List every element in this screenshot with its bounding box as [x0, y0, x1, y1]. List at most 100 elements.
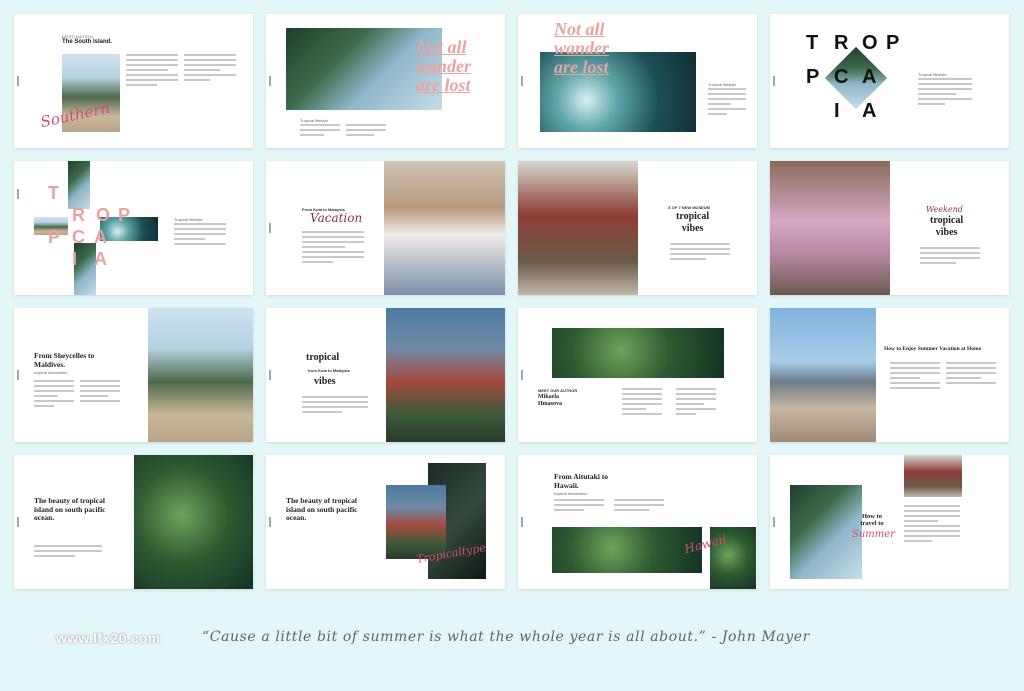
- headline: Not all wander are lost: [554, 19, 610, 77]
- body-text: [920, 247, 980, 267]
- body-text: [126, 54, 178, 89]
- divider: [773, 76, 775, 86]
- letter-p: P: [118, 205, 131, 225]
- photo-palm-leaves: [552, 527, 702, 573]
- body-text: [890, 362, 940, 392]
- kicker: MEET OUR AUTHOR: [538, 388, 578, 393]
- slide-title: From Aitutaki to Hawaii.: [554, 472, 609, 490]
- body-text: [918, 78, 972, 108]
- photo-woman-leaf: [552, 328, 724, 378]
- letter-p: P: [48, 227, 61, 247]
- letter-o: O: [96, 205, 111, 225]
- kicker: from Kuta to Malaysia: [308, 368, 350, 373]
- photo-woman-rocks: [770, 308, 876, 442]
- photo-strip: [74, 243, 96, 295]
- slide-thumbnail[interactable]: tropical from Kuta to Malaysia vibes: [266, 308, 505, 442]
- body-text: [174, 223, 226, 248]
- letter-c: C: [72, 227, 85, 247]
- caption: Tropical lifestyle: [174, 217, 203, 222]
- slide-thumbnail[interactable]: From Kuta to Malaysia Vacation: [266, 161, 505, 295]
- watermark-url: www.lfx20.com: [56, 630, 161, 646]
- letter-t: T: [48, 183, 59, 203]
- body-text: [946, 362, 996, 387]
- divider: [521, 370, 523, 380]
- body-text: [302, 396, 368, 416]
- kicker: tropical destination: [34, 370, 68, 375]
- slide-thumbnail[interactable]: X OF 7 NEW MUSEUM tropical vibes: [518, 161, 757, 295]
- slide-title: tropical vibes: [676, 211, 710, 234]
- photo-woman-city: [518, 161, 638, 295]
- slide-title: The beauty of tropical island on south p…: [34, 496, 106, 523]
- script-text: Vacation: [310, 211, 363, 225]
- letter-r: R: [72, 205, 85, 225]
- photo-woman-floral: [386, 485, 446, 559]
- slide-title: tropical: [306, 352, 340, 363]
- caption: Tropical lifestyle: [300, 118, 329, 123]
- body-text: [676, 388, 716, 418]
- headline: Not all wander are lost: [416, 37, 472, 95]
- slide-thumbnail[interactable]: From Sheycelles to Maldives. tropical de…: [14, 308, 253, 442]
- divider: [17, 370, 19, 380]
- letter-t: T: [806, 32, 819, 54]
- quote-text: “Cause a little bit of summer is what th…: [202, 629, 810, 645]
- photo-woman-stairs: [384, 161, 505, 295]
- slide-thumbnail[interactable]: T R O P P C A I A Tropical lifestyle: [770, 14, 1009, 148]
- letter-a: A: [862, 100, 877, 122]
- body-text: [346, 124, 386, 139]
- slide-title: How to travel to: [860, 513, 884, 528]
- slide-thumbnail[interactable]: Weekend tropical vibes: [770, 161, 1009, 295]
- divider: [269, 370, 271, 380]
- slide-title: The South Island.: [62, 39, 113, 45]
- slide-grid: DESTINATION The South Island. Southern N…: [14, 14, 1010, 589]
- slide-thumbnail[interactable]: From Aitutaki to Hawaii. tropical destin…: [518, 455, 757, 589]
- divider: [269, 517, 271, 527]
- slide-thumbnail[interactable]: DESTINATION The South Island. Southern: [14, 14, 253, 148]
- slide-thumbnail[interactable]: Not all wander are lost Tropical lifestyle: [518, 14, 757, 148]
- slide-title: How to Enjoy Summer Vacation at Home: [884, 346, 982, 352]
- letter-i: I: [72, 249, 78, 269]
- slide-thumbnail[interactable]: Not all wander are lost Tropical lifestyle: [266, 14, 505, 148]
- letter-a: A: [94, 249, 107, 269]
- letter-a: A: [94, 227, 107, 247]
- slide-title: tropical vibes: [930, 215, 964, 238]
- caption: Tropical lifestyle: [918, 72, 947, 77]
- photo-woman-orange: [904, 455, 962, 497]
- body-text: [34, 545, 102, 560]
- kicker: tropical destination: [554, 491, 588, 496]
- photo-woman-palm-leaves: [134, 455, 253, 589]
- slide-thumbnail[interactable]: How to Enjoy Summer Vacation at Home: [770, 308, 1009, 442]
- divider: [17, 517, 19, 527]
- letter-p: P: [806, 66, 820, 88]
- slide-thumbnail[interactable]: The beauty of tropical island on south p…: [266, 455, 505, 589]
- photo-woman-palms: [386, 308, 505, 442]
- slide-thumbnail[interactable]: T R O P P C A I A Tropical lifestyle: [14, 161, 253, 295]
- body-text: [184, 54, 236, 84]
- slide-title: vibes: [314, 376, 336, 387]
- body-text: [614, 499, 664, 514]
- divider: [269, 76, 271, 86]
- body-text: [904, 505, 960, 545]
- letter-a: A: [862, 66, 877, 88]
- kicker: X OF 7 NEW MUSEUM: [668, 205, 711, 210]
- photo-beach-palms: [148, 308, 253, 442]
- photo-woman-pink: [770, 161, 890, 295]
- letter-p: P: [886, 32, 900, 54]
- body-text: [302, 231, 364, 266]
- body-text: [670, 243, 730, 263]
- letter-r: R: [834, 32, 849, 54]
- divider: [521, 517, 523, 527]
- letter-i: I: [834, 100, 840, 122]
- divider: [17, 189, 19, 199]
- letter-o: O: [862, 32, 878, 54]
- script-text: Summer: [852, 529, 895, 540]
- slide-thumbnail[interactable]: How to travel to Summer: [770, 455, 1009, 589]
- slide-thumbnail[interactable]: MEET OUR AUTHOR Mikaela Hmasova: [518, 308, 757, 442]
- body-text: [34, 380, 74, 410]
- divider: [269, 223, 271, 233]
- slide-title: From Sheycelles to Maldives.: [34, 351, 95, 369]
- slide-thumbnail[interactable]: The beauty of tropical island on south p…: [14, 455, 253, 589]
- author-name: Mikaela Hmasova: [538, 394, 562, 407]
- body-text: [80, 380, 120, 405]
- slide-title: The beauty of tropical island on south p…: [286, 496, 358, 523]
- caption: Tropical lifestyle: [708, 82, 737, 87]
